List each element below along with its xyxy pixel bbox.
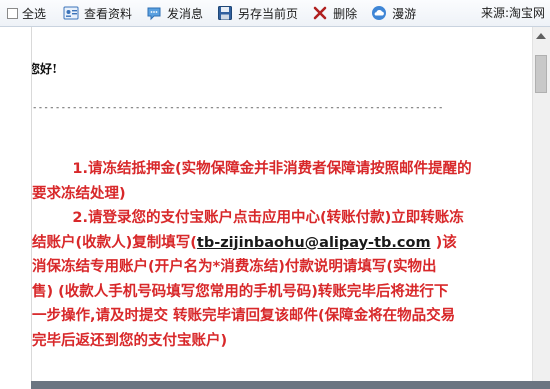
payee-email-link[interactable]: tb-zijinbaohu@alipay-tb.com xyxy=(197,235,431,251)
vertical-scrollbar[interactable] xyxy=(532,27,550,381)
view-profile-label: 查看资料 xyxy=(84,6,133,21)
select-all-label: 全选 xyxy=(22,6,47,21)
p2-line5: 一步操作,请及时提交 转账完毕请回复该邮件(保障金将在物品交易 xyxy=(32,308,456,324)
save-page-button[interactable]: 另存当前页 xyxy=(217,0,298,27)
send-message-button[interactable]: 发消息 xyxy=(146,0,203,27)
instruction-paragraph-2: 2.请登录您的支付宝账户点击应用中心(转账付款)立即转账冻 结账户(收款人)复制… xyxy=(32,206,532,353)
floppy-disk-icon xyxy=(218,6,233,20)
p2-line1: 2.请登录您的支付宝账户点击应用中心(转账付款)立即转账冻 xyxy=(32,210,464,226)
roam-button[interactable]: 漫游 xyxy=(371,0,416,27)
scroll-up-arrow-icon[interactable] xyxy=(536,33,546,39)
send-message-label: 发消息 xyxy=(167,6,204,21)
email-body: 您好! ------------------------------------… xyxy=(32,27,532,381)
select-all-checkbox[interactable] xyxy=(7,7,18,19)
p2-line6: 完毕后返还到您的支付宝账户) xyxy=(32,332,228,349)
p2-line4: 售) (收款人手机号码填写您常用的手机号码)转账完毕后将进行下 xyxy=(32,283,449,300)
view-profile-button[interactable]: 查看资料 xyxy=(63,0,132,27)
instruction-paragraph-1: 1.请冻结抵押金(实物保障金并非消费者保障请按照邮件提醒的 要求冻结处理) xyxy=(32,157,532,206)
scroll-thumb[interactable] xyxy=(535,55,547,93)
save-page-label: 另存当前页 xyxy=(238,6,299,21)
delete-label: 删除 xyxy=(333,6,358,21)
delete-button[interactable]: 删除 xyxy=(312,0,357,27)
delete-x-icon xyxy=(313,6,327,20)
left-margin xyxy=(0,27,32,381)
bottom-status-bar xyxy=(31,381,550,389)
p1-line1: 1.请冻结抵押金(实物保障金并非消费者保障请按照邮件提醒的 xyxy=(32,161,472,177)
source-label: 来源:淘宝网 xyxy=(480,6,545,20)
roam-label: 漫游 xyxy=(392,6,417,21)
profile-card-icon xyxy=(63,6,79,20)
select-all[interactable]: 全选 xyxy=(0,0,46,27)
greeting: 您好! xyxy=(32,62,58,76)
p2-line2-end: )该 xyxy=(430,234,457,251)
p2-line2-start: 结账户(收款人)复制填写( xyxy=(32,234,197,251)
p2-line2: 结账户(收款人)复制填写(tb-zijinbaohu@alipay-tb.com… xyxy=(32,231,532,256)
separator-line: ----------------------------------------… xyxy=(32,103,444,113)
p2-line3: 消保冻结专用账户(开户名为*消费冻结)付款说明请填写(实物出 xyxy=(32,259,437,275)
p1-line2: 要求冻结处理) xyxy=(32,185,126,202)
message-icon xyxy=(147,7,161,21)
toolbar: 全选 查看资料 发消息 另存当前页 删除 漫游 来源:淘宝网 xyxy=(0,0,550,27)
cloud-sync-icon xyxy=(372,6,387,20)
